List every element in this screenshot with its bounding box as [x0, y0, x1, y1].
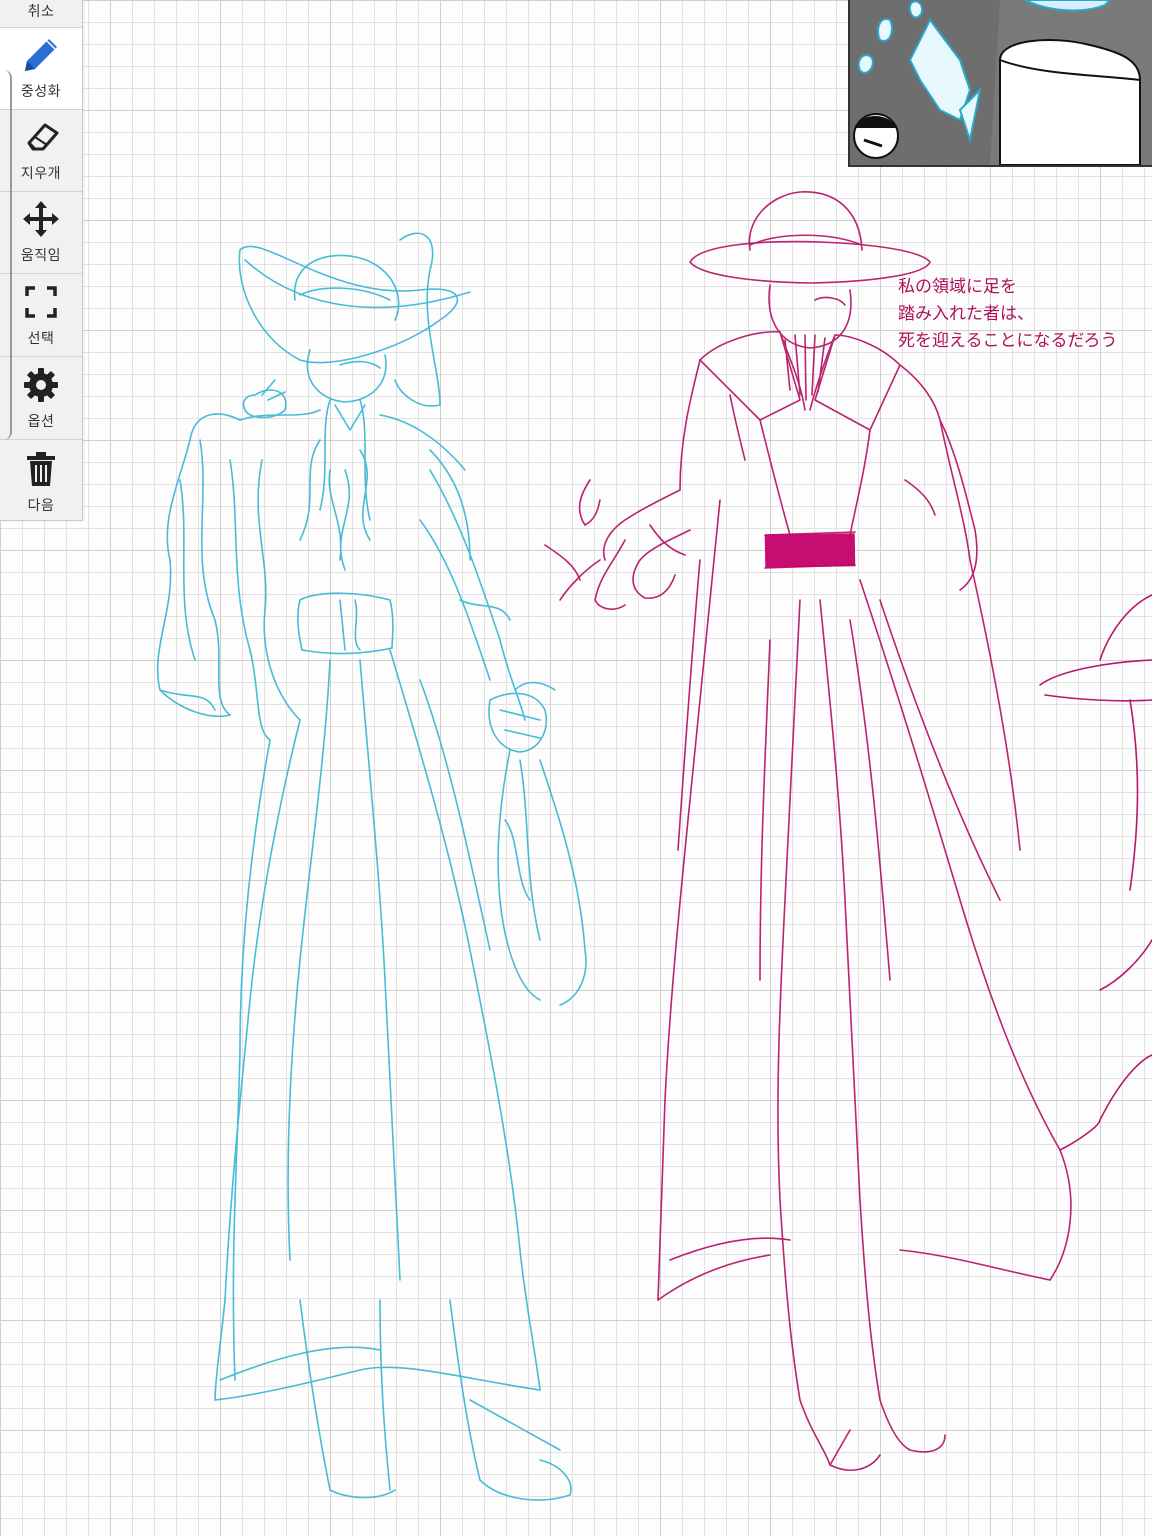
gear-icon	[21, 365, 61, 405]
trash-button[interactable]: 다음	[0, 441, 82, 523]
blue-figure-sketch	[156, 232, 587, 1501]
magenta-figure-sketch	[544, 191, 1072, 1471]
next-label: 다음	[27, 498, 55, 514]
select-tool-button[interactable]: 선택	[0, 275, 82, 357]
reference-image-thumbnail[interactable]	[848, 0, 1152, 167]
selection-frame-icon	[21, 282, 61, 322]
options-button[interactable]: 옵션	[0, 358, 82, 440]
move-arrows-icon	[21, 199, 61, 239]
annotation-line-3: 死を迎えることになるだろう	[898, 331, 1118, 351]
eraser-tool-label: 지우개	[20, 166, 62, 182]
trash-icon	[21, 449, 61, 489]
pencil-icon	[21, 35, 61, 75]
annotation-line-1: 私の領域に足を	[898, 277, 1017, 297]
tool-sidebar: 취소 중성화 지우개 움직임 선택 옵션 다음	[0, 0, 83, 521]
undo-label: 취소	[27, 4, 55, 20]
pen-tool-label: 중성화	[20, 84, 62, 100]
handwritten-annotation: 私の領域に足を 踏み入れた者は、 死を迎えることになるだろう	[898, 274, 1117, 355]
select-tool-label: 선택	[27, 331, 55, 347]
eraser-icon	[21, 117, 61, 157]
sidebar-collapse-handle[interactable]	[0, 70, 12, 440]
sketch-layer	[156, 191, 1152, 1501]
undo-button[interactable]: 취소	[0, 0, 82, 28]
partial-figure-sketch	[1039, 594, 1152, 1151]
annotation-line-2: 踏み入れた者は、	[898, 304, 1034, 324]
move-tool-label: 움직임	[20, 248, 62, 264]
reference-artwork	[850, 0, 1152, 165]
pen-tool-button[interactable]: 중성화	[0, 28, 82, 110]
magenta-belt	[764, 533, 856, 568]
eraser-tool-button[interactable]: 지우개	[0, 110, 82, 192]
move-tool-button[interactable]: 움직임	[0, 192, 82, 274]
options-label: 옵션	[27, 414, 55, 430]
